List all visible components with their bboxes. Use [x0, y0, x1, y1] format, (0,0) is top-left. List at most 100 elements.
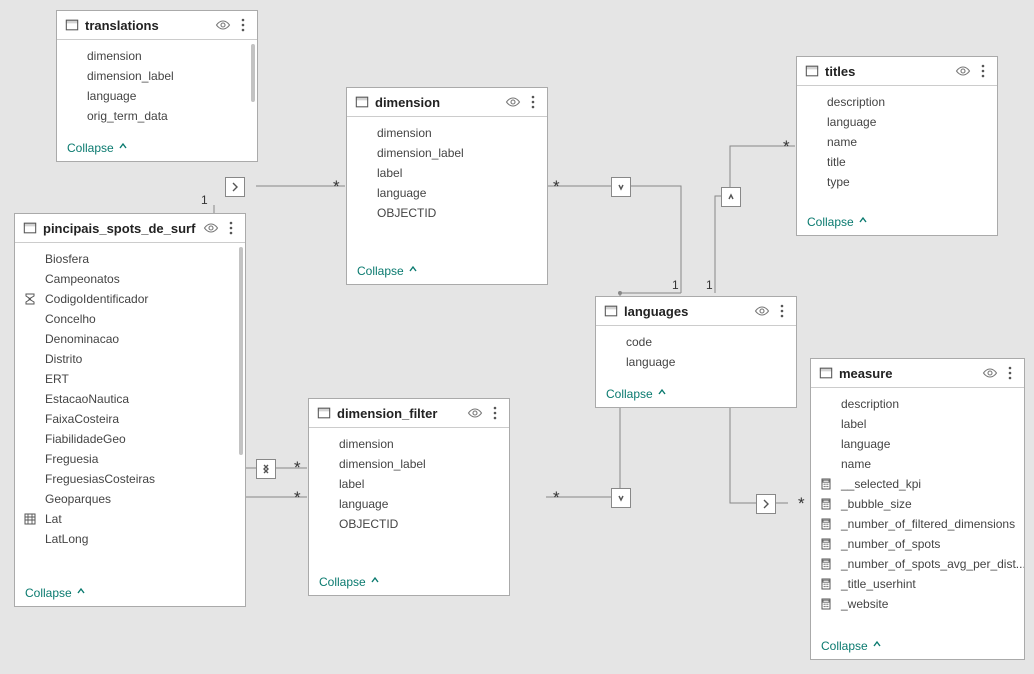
table-dimension[interactable]: dimension dimension dimension_labellabel la…: [346, 87, 548, 285]
field-title[interactable]: title: [797, 152, 997, 172]
field-label: _website: [841, 597, 888, 611]
table-header[interactable]: dimension_filter: [309, 399, 509, 428]
field-Biosfera[interactable]: Biosfera: [15, 249, 245, 269]
field-language[interactable]: language: [309, 494, 509, 514]
collapse-button[interactable]: Collapse: [596, 380, 796, 407]
table-title: measure: [839, 366, 982, 381]
field-label: dimension_label: [377, 146, 464, 160]
more-options-icon[interactable]: [527, 95, 539, 109]
more-options-icon[interactable]: [776, 304, 788, 318]
field-Geoparques[interactable]: Geoparques: [15, 489, 245, 509]
collapse-button[interactable]: Collapse: [15, 579, 245, 606]
field-CodigoIdentificador[interactable]: CodigoIdentificador: [15, 289, 245, 309]
field-description[interactable]: description: [797, 92, 997, 112]
field-label: title: [827, 155, 846, 169]
cardinality-many: *: [798, 498, 805, 510]
table-body: code language: [596, 326, 796, 380]
field-description[interactable]: description: [811, 394, 1024, 414]
visibility-icon[interactable]: [505, 94, 521, 110]
model-canvas[interactable]: 1 * * * * 1 * 1 * * translationsdimensio…: [0, 0, 1034, 674]
table-titles[interactable]: titles descriptionlanguagename title type Co…: [796, 56, 998, 236]
field-_bubble_size[interactable]: _bubble_size: [811, 494, 1024, 514]
visibility-icon[interactable]: [982, 365, 998, 381]
visibility-icon[interactable]: [467, 405, 483, 421]
collapse-button[interactable]: Collapse: [797, 208, 997, 235]
table-header-icon: [23, 221, 37, 235]
collapse-button[interactable]: Collapse: [57, 134, 257, 161]
more-options-icon[interactable]: [489, 406, 501, 420]
table-languages[interactable]: languages code language Collapse: [595, 296, 797, 408]
field-LatLong[interactable]: LatLong: [15, 529, 245, 549]
field-Denominacao[interactable]: Denominacao: [15, 329, 245, 349]
collapse-button[interactable]: Collapse: [811, 632, 1024, 659]
field-label: language: [377, 186, 426, 200]
field-OBJECTID[interactable]: OBJECTID: [347, 203, 547, 223]
field-code[interactable]: code: [596, 332, 796, 352]
table-dimension_filter[interactable]: dimension_filter dimensiondimension_label…: [308, 398, 510, 596]
field-Lat[interactable]: Lat: [15, 509, 245, 529]
field-label[interactable]: label: [347, 163, 547, 183]
field-_title_userhint[interactable]: _title_userhint: [811, 574, 1024, 594]
field-Campeonatos[interactable]: Campeonatos: [15, 269, 245, 289]
field-dimension_label[interactable]: dimension_label: [309, 454, 509, 474]
field-label: _number_of_spots_avg_per_dist...: [841, 557, 1024, 571]
scrollbar[interactable]: [239, 247, 243, 455]
field-Distrito[interactable]: Distrito: [15, 349, 245, 369]
table-header[interactable]: titles: [797, 57, 997, 86]
field-dimension_label[interactable]: dimension_label: [57, 66, 257, 86]
more-options-icon[interactable]: [1004, 366, 1016, 380]
table-pincipais_spots_de_surf[interactable]: pincipais_spots_de_surf BiosferaCampeonat…: [14, 213, 246, 607]
direction-arrow: [256, 459, 276, 479]
table-title: dimension: [375, 95, 505, 110]
visibility-icon[interactable]: [215, 17, 231, 33]
more-options-icon[interactable]: [237, 18, 249, 32]
cardinality-many: *: [294, 462, 301, 474]
table-header[interactable]: pincipais_spots_de_surf: [15, 214, 245, 243]
field-dimension[interactable]: dimension: [309, 434, 509, 454]
table-header[interactable]: translations: [57, 11, 257, 40]
field-_number_of_spots_avg_per_dist...[interactable]: _number_of_spots_avg_per_dist...: [811, 554, 1024, 574]
field-label[interactable]: label: [811, 414, 1024, 434]
more-options-icon[interactable]: [225, 221, 237, 235]
field-dimension_label[interactable]: dimension_label: [347, 143, 547, 163]
field-Concelho[interactable]: Concelho: [15, 309, 245, 329]
field-Freguesia[interactable]: Freguesia: [15, 449, 245, 469]
field-name[interactable]: name: [811, 454, 1024, 474]
collapse-button[interactable]: Collapse: [347, 257, 547, 284]
table-header[interactable]: measure: [811, 359, 1024, 388]
more-options-icon[interactable]: [977, 64, 989, 78]
field-label: code: [626, 335, 652, 349]
field-dimension[interactable]: dimension: [57, 46, 257, 66]
visibility-icon[interactable]: [754, 303, 770, 319]
field-language[interactable]: language: [347, 183, 547, 203]
field-FaixaCosteira[interactable]: FaixaCosteira: [15, 409, 245, 429]
field-FreguesiasCosteiras[interactable]: FreguesiasCosteiras: [15, 469, 245, 489]
field-label: Lat: [45, 512, 62, 526]
field-OBJECTID[interactable]: OBJECTID: [309, 514, 509, 534]
field-type[interactable]: type: [797, 172, 997, 192]
visibility-icon[interactable]: [955, 63, 971, 79]
field-_number_of_filtered_dimensions[interactable]: _number_of_filtered_dimensions: [811, 514, 1024, 534]
table-header[interactable]: dimension: [347, 88, 547, 117]
field-orig_term_data[interactable]: orig_term_data: [57, 106, 257, 126]
field-language[interactable]: language: [596, 352, 796, 372]
field-language[interactable]: language: [57, 86, 257, 106]
field-label[interactable]: label: [309, 474, 509, 494]
scrollbar[interactable]: [251, 44, 255, 102]
field-language[interactable]: language: [811, 434, 1024, 454]
field-dimension[interactable]: dimension: [347, 123, 547, 143]
visibility-icon[interactable]: [203, 220, 219, 236]
field-EstacaoNautica[interactable]: EstacaoNautica: [15, 389, 245, 409]
table-measure[interactable]: measure descriptionlabellanguagename __sel…: [810, 358, 1025, 660]
field-_number_of_spots[interactable]: _number_of_spots: [811, 534, 1024, 554]
table-header[interactable]: languages: [596, 297, 796, 326]
field-label: __selected_kpi: [841, 477, 921, 491]
field-FiabilidadeGeo[interactable]: FiabilidadeGeo: [15, 429, 245, 449]
collapse-button[interactable]: Collapse: [309, 568, 509, 595]
table-translations[interactable]: translations dimensiondimension_labellang…: [56, 10, 258, 162]
field-__selected_kpi[interactable]: __selected_kpi: [811, 474, 1024, 494]
field-_website[interactable]: _website: [811, 594, 1024, 614]
field-language[interactable]: language: [797, 112, 997, 132]
field-ERT[interactable]: ERT: [15, 369, 245, 389]
field-name[interactable]: name: [797, 132, 997, 152]
